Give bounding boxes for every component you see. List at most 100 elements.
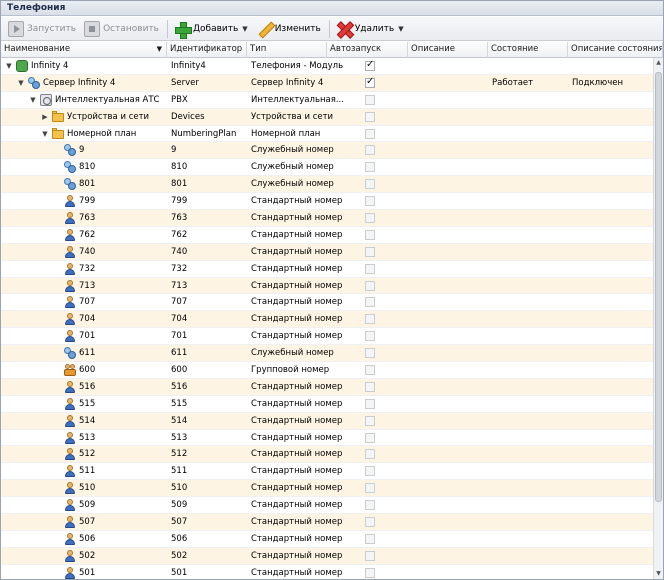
table-row[interactable]: 510 510 Стандартный номер: [1, 480, 653, 498]
autostart-checkbox[interactable]: [365, 331, 375, 342]
autostart-checkbox[interactable]: [365, 550, 375, 561]
row-id: 740: [171, 246, 188, 257]
collapse-icon[interactable]: ▼: [17, 75, 25, 91]
autostart-checkbox[interactable]: [365, 348, 375, 359]
autostart-checkbox[interactable]: [365, 567, 375, 578]
vertical-scrollbar[interactable]: ▲ ▼: [653, 58, 663, 579]
autostart-checkbox[interactable]: [365, 533, 375, 544]
table-row[interactable]: 501 501 Стандартный номер: [1, 565, 653, 579]
row-name: Infinity 4: [31, 61, 69, 71]
table-row[interactable]: 509 509 Стандартный номер: [1, 497, 653, 515]
row-type: Сервер Infinity 4: [251, 77, 324, 88]
autostart-checkbox[interactable]: [365, 280, 375, 291]
table-row[interactable]: 507 507 Стандартный номер: [1, 514, 653, 531]
column-header-autostart[interactable]: Автозапуск: [327, 42, 408, 58]
server-icon: [28, 76, 40, 89]
user-icon: [64, 296, 76, 309]
table-row[interactable]: 762 762 Стандартный номер: [1, 227, 653, 244]
column-header-state-description[interactable]: Описание состояния: [568, 42, 663, 58]
autostart-checkbox[interactable]: [365, 517, 375, 528]
table-row[interactable]: 810 810 Служебный номер: [1, 159, 653, 177]
scroll-down-icon[interactable]: ▼: [654, 569, 663, 579]
row-type: Стандартный номер: [251, 331, 343, 342]
autostart-checkbox[interactable]: [365, 381, 375, 392]
table-row[interactable]: ▶ Устройства и сети Devices Устройства и се…: [1, 108, 653, 126]
table-row[interactable]: 740 740 Стандартный номер: [1, 243, 653, 261]
column-header-id[interactable]: Идентификатор: [167, 42, 247, 58]
table-row[interactable]: 701 701 Стандартный номер: [1, 328, 653, 346]
collapse-icon[interactable]: ▼: [29, 92, 37, 108]
autostart-checkbox[interactable]: [365, 229, 375, 240]
autostart-checkbox[interactable]: [365, 483, 375, 494]
start-button[interactable]: Запустить: [5, 19, 79, 39]
autostart-checkbox[interactable]: [365, 365, 375, 376]
table-row[interactable]: 713 713 Стандартный номер: [1, 277, 653, 295]
autostart-checkbox[interactable]: [365, 500, 375, 511]
table-row[interactable]: 506 506 Стандартный номер: [1, 531, 653, 548]
user-icon: [64, 228, 76, 241]
row-id: Devices: [171, 111, 205, 122]
autostart-checkbox[interactable]: [365, 246, 375, 257]
autostart-checkbox[interactable]: [365, 314, 375, 325]
table-row[interactable]: 514 514 Стандартный номер: [1, 412, 653, 430]
table-row[interactable]: 611 611 Служебный номер: [1, 345, 653, 363]
autostart-checkbox[interactable]: [365, 263, 375, 274]
scrollbar-thumb[interactable]: [655, 72, 662, 502]
row-id: 810: [171, 162, 188, 173]
row-id: 799: [171, 196, 188, 207]
autostart-checkbox[interactable]: [365, 179, 375, 190]
table-row[interactable]: 511 511 Стандартный номер: [1, 463, 653, 481]
collapse-icon[interactable]: ▼: [41, 126, 49, 142]
autostart-checkbox[interactable]: [365, 466, 375, 477]
stop-button[interactable]: Остановить: [81, 19, 162, 39]
autostart-checkbox[interactable]: [365, 398, 375, 409]
table-row[interactable]: ▼ Infinity 4 Infinity4 Телефония - Модуль: [1, 58, 653, 75]
table-row[interactable]: 512 512 Стандартный номер: [1, 446, 653, 464]
table-row[interactable]: 801 801 Служебный номер: [1, 176, 653, 194]
autostart-checkbox[interactable]: [365, 59, 375, 71]
row-id: Infinity4: [171, 61, 206, 71]
table-row[interactable]: ▼ Номерной план NumberingPlan Номерной план: [1, 126, 653, 143]
collapse-icon[interactable]: ▼: [5, 58, 13, 74]
table-row[interactable]: 9 9 Служебный номер: [1, 142, 653, 160]
row-type: Стандартный номер: [251, 432, 343, 443]
column-header-type[interactable]: Тип: [247, 42, 327, 58]
table-row[interactable]: 799 799 Стандартный номер: [1, 193, 653, 211]
autostart-checkbox[interactable]: [365, 111, 375, 122]
table-row[interactable]: ▼ Сервер Infinity 4 Server Сервер Infinity …: [1, 74, 653, 92]
column-header-description[interactable]: Описание: [408, 42, 488, 58]
autostart-checkbox[interactable]: [365, 76, 375, 88]
expand-icon[interactable]: ▶: [41, 109, 49, 125]
autostart-checkbox[interactable]: [365, 432, 375, 443]
table-row[interactable]: 763 763 Стандартный номер: [1, 210, 653, 227]
autostart-checkbox[interactable]: [365, 94, 375, 105]
table-row[interactable]: 513 513 Стандартный номер: [1, 430, 653, 447]
chevron-down-icon[interactable]: ▼: [242, 25, 247, 33]
autostart-checkbox[interactable]: [365, 213, 375, 224]
chevron-down-icon[interactable]: ▼: [398, 25, 403, 33]
autostart-checkbox[interactable]: [365, 297, 375, 308]
table-row[interactable]: 502 502 Стандартный номер: [1, 547, 653, 565]
autostart-checkbox[interactable]: [365, 128, 375, 139]
table-row[interactable]: 515 515 Стандартный номер: [1, 396, 653, 413]
table-row[interactable]: 707 707 Стандартный номер: [1, 294, 653, 312]
column-header-state[interactable]: Состояние: [488, 42, 568, 58]
user-icon: [64, 448, 76, 461]
table-row[interactable]: 704 704 Стандартный номер: [1, 311, 653, 329]
autostart-checkbox[interactable]: [365, 162, 375, 173]
autostart-checkbox[interactable]: [365, 449, 375, 460]
row-id: 514: [171, 415, 188, 426]
add-button[interactable]: Добавить ▼: [171, 19, 251, 39]
delete-button[interactable]: Удалить ▼: [333, 19, 407, 39]
autostart-checkbox[interactable]: [365, 145, 375, 156]
table-row[interactable]: 516 516 Стандартный номер: [1, 378, 653, 396]
row-state: Работает: [492, 77, 534, 88]
table-row[interactable]: ▼ Интеллектуальная АТС PBX Интеллектуальная…: [1, 92, 653, 109]
autostart-checkbox[interactable]: [365, 196, 375, 207]
autostart-checkbox[interactable]: [365, 415, 375, 426]
column-header-name[interactable]: Наименование ▼: [1, 42, 167, 58]
table-row[interactable]: 732 732 Стандартный номер: [1, 261, 653, 278]
scroll-up-icon[interactable]: ▲: [654, 58, 663, 68]
edit-button[interactable]: Изменить: [253, 19, 324, 39]
table-row[interactable]: 600 600 Групповой номер: [1, 362, 653, 379]
